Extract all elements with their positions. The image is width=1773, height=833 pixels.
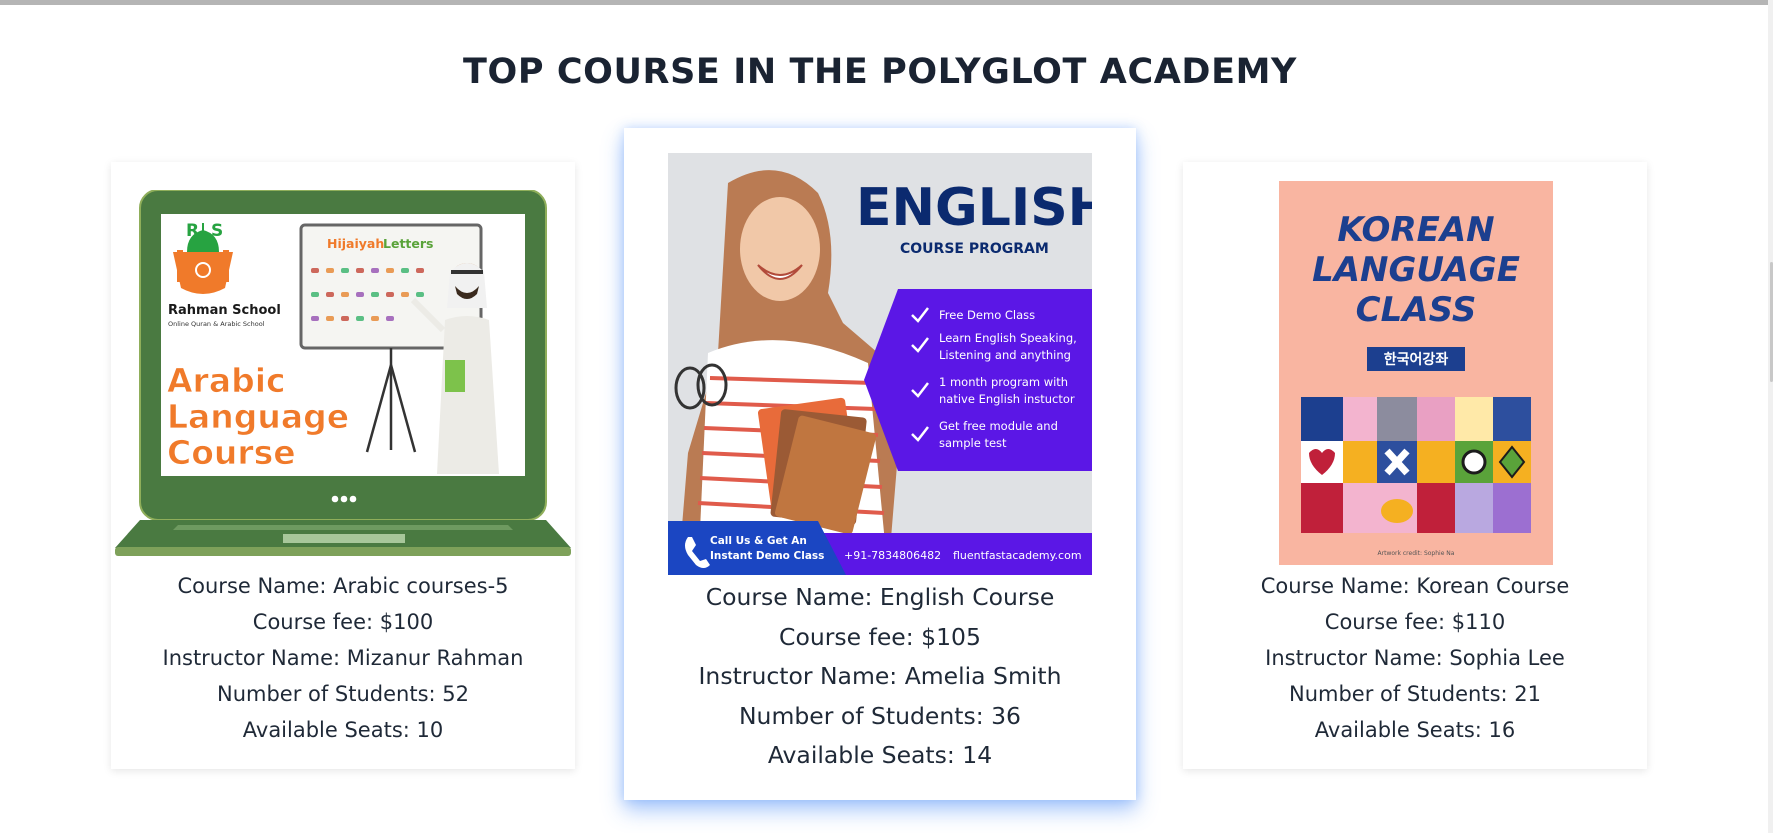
poster-hangul: 한국어강좌	[1384, 351, 1449, 368]
logo-letter-s: S	[211, 221, 223, 241]
feature-3-line-2: native English instuctor	[939, 392, 1075, 406]
student-count: Number of Students: 52	[216, 682, 470, 706]
course-fee: Course fee: $100	[252, 610, 434, 634]
laptop-dots-icon	[331, 495, 357, 503]
poster-line-class: CLASS	[1356, 290, 1477, 330]
poster-subhead: COURSE PROGRAM	[900, 241, 1049, 257]
cta-line-2: Instant Demo Class	[710, 550, 824, 562]
course-name: Course Name: Arabic courses-5	[177, 574, 509, 598]
course-card-korean[interactable]: KOREAN LANGUAGE CLASS 한국어강좌 Artwork cred…	[1183, 162, 1647, 769]
poster-phone: +91-7834806482	[844, 549, 941, 562]
course-info-korean: Course Name: Korean Course Course fee: $…	[1183, 568, 1647, 748]
course-info-english: Course Name: English Course Course fee: …	[624, 578, 1136, 776]
course-info-arabic: Course Name: Arabic courses-5 Course fee…	[111, 568, 575, 748]
feature-4-line-2: sample test	[939, 436, 1007, 450]
logo-letter-r: R	[186, 221, 199, 241]
poster-line-course: Course	[167, 433, 296, 472]
instructor-name: Instructor Name: Amelia Smith	[698, 662, 1062, 691]
feature-2-line-1: Learn English Speaking,	[939, 331, 1077, 345]
poster-line-korean: KOREAN	[1337, 210, 1494, 250]
scrollbar-track[interactable]	[1768, 0, 1773, 833]
school-name: Rahman School	[168, 303, 281, 318]
poster-line-language: Language	[167, 397, 349, 436]
feature-2-line-2: Listening and anything	[939, 348, 1071, 362]
course-card-arabic[interactable]: R S Rahman School Online Quran & Arabic …	[111, 162, 575, 769]
student-count: Number of Students: 36	[738, 701, 1022, 730]
board-title-letters: Letters	[383, 236, 433, 251]
cta-line-1: Call Us & Get An	[710, 535, 807, 547]
available-seats: Available Seats: 16	[1314, 718, 1516, 742]
feature-4-line-1: Get free module and	[939, 419, 1058, 433]
poster-headline: ENGLISH	[856, 178, 1092, 238]
korean-course-poster: KOREAN LANGUAGE CLASS 한국어강좌 Artwork cred…	[1279, 181, 1553, 565]
poster-website: fluentfastacademy.com	[953, 549, 1082, 562]
available-seats: Available Seats: 14	[767, 741, 993, 770]
course-name: Course Name: English Course	[705, 583, 1055, 611]
course-card-english[interactable]: ENGLISH COURSE PROGRAM Free Demo Class L…	[624, 128, 1136, 800]
instructor-name: Instructor Name: Sophia Lee	[1265, 646, 1565, 670]
instructor-name: Instructor Name: Mizanur Rahman	[162, 646, 524, 670]
student-count: Number of Students: 21	[1288, 682, 1542, 706]
school-tagline: Online Quran & Arabic School	[168, 320, 265, 328]
board-title-hijaiyah: Hijaiyah	[327, 236, 384, 251]
feature-3-line-1: 1 month program with	[939, 375, 1068, 389]
section-title: TOP COURSE IN THE POLYGLOT ACADEMY	[463, 52, 1297, 92]
course-name: Course Name: Korean Course	[1260, 574, 1570, 598]
course-fee: Course fee: $110	[1324, 610, 1506, 634]
quilt-artwork	[1301, 397, 1531, 533]
poster-line-language: LANGUAGE	[1312, 250, 1520, 290]
english-course-poster: ENGLISH COURSE PROGRAM Free Demo Class L…	[668, 153, 1092, 575]
feature-1-line-1: Free Demo Class	[939, 308, 1035, 322]
top-rule	[0, 0, 1773, 5]
arabic-course-poster: R S Rahman School Online Quran & Arabic …	[115, 190, 571, 556]
poster-line-arabic: Arabic	[167, 361, 286, 400]
artwork-credit: Artwork credit: Sophie Na	[1378, 550, 1455, 557]
course-fee: Course fee: $105	[779, 622, 981, 651]
available-seats: Available Seats: 10	[242, 718, 444, 742]
